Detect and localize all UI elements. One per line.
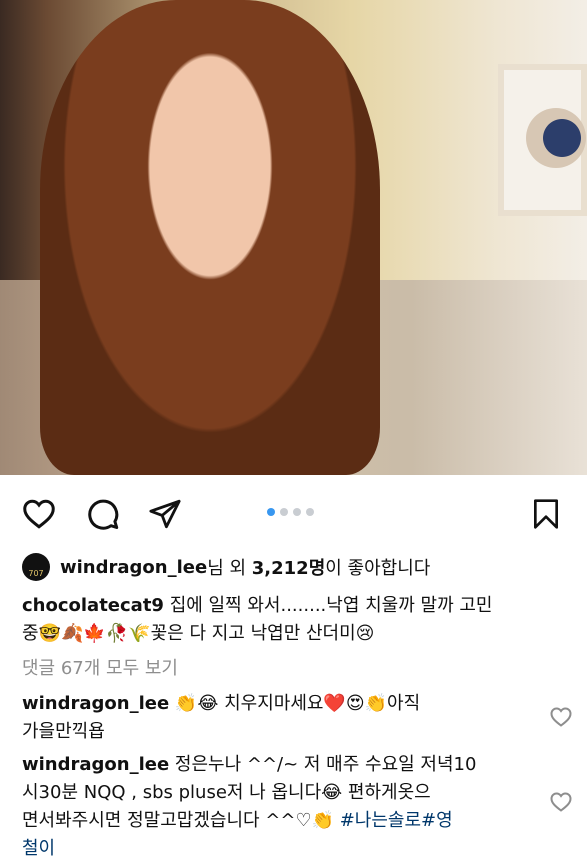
comment: windragon_lee 👏😂 치우지마세요❤️😍👏아직 가을만끽욥 [22,690,420,746]
share-icon [149,499,181,529]
bookmark-icon [534,499,558,529]
caption: chocolatecat9 집에 일찍 와서........낙엽 치울까 말까 … [22,592,492,648]
comment-text: 👏😂 치우지마세요❤️😍👏아직 [169,693,421,714]
caption-text: 집에 일찍 와서........낙엽 치울까 말까 고민 [163,595,493,616]
carousel-dot [280,508,288,516]
comment-like-icon[interactable] [549,705,573,729]
avatar[interactable]: 707 [22,553,50,581]
likes-text-tail: 이 좋아합니다 [325,558,431,579]
caption-username[interactable]: chocolatecat9 [22,595,164,616]
carousel-dot [306,508,314,516]
caption-text-line2: 중🤓🍂🍁🥀🌾꽃은 다 지고 낙엽만 산더미😢 [22,623,375,644]
comment-username[interactable]: windragon_lee [22,693,169,714]
comment-text-line2: 시30분 NQQ , sbs pluse저 나 옵니다😂 편하게옷으 [22,782,431,803]
heart-icon [23,499,55,529]
comment-username[interactable]: windragon_lee [22,754,169,775]
comment-button[interactable] [84,496,120,532]
hashtag[interactable]: #나는솔로#영 [340,810,453,831]
liker-username[interactable]: windragon_lee [60,557,207,578]
view-all-comments-link[interactable]: 댓글 67개 모두 보기 [22,655,178,683]
likes-row[interactable]: 707 windragon_lee 님 외 3,212명 이 좋아합니다 [22,553,430,581]
comment-text-line2: 가을만끽욥 [22,721,105,742]
hashtag-cont[interactable]: 철이 [22,835,476,863]
comment-icon [88,499,119,530]
person [40,0,380,475]
carousel-dot [267,508,275,516]
carousel-indicator [267,508,314,516]
likes-text: 님 외 [207,558,252,579]
comment: windragon_lee 정은누나 ^^/~ 저 매주 수요일 저녁10 시3… [22,751,476,863]
comment-text: 정은누나 ^^/~ 저 매주 수요일 저녁10 [169,754,477,775]
share-button[interactable] [147,496,183,532]
likes-count[interactable]: 3,212명 [252,554,326,580]
like-button[interactable] [21,496,57,532]
post-photo[interactable] [0,0,587,475]
wall-frame [498,64,587,216]
carousel-dot [293,508,301,516]
comment-text-line3: 면서봐주시면 정말고맙겠습니다 ^^♡👏 [22,810,340,831]
save-button[interactable] [528,496,564,532]
comment-like-icon[interactable] [549,790,573,814]
